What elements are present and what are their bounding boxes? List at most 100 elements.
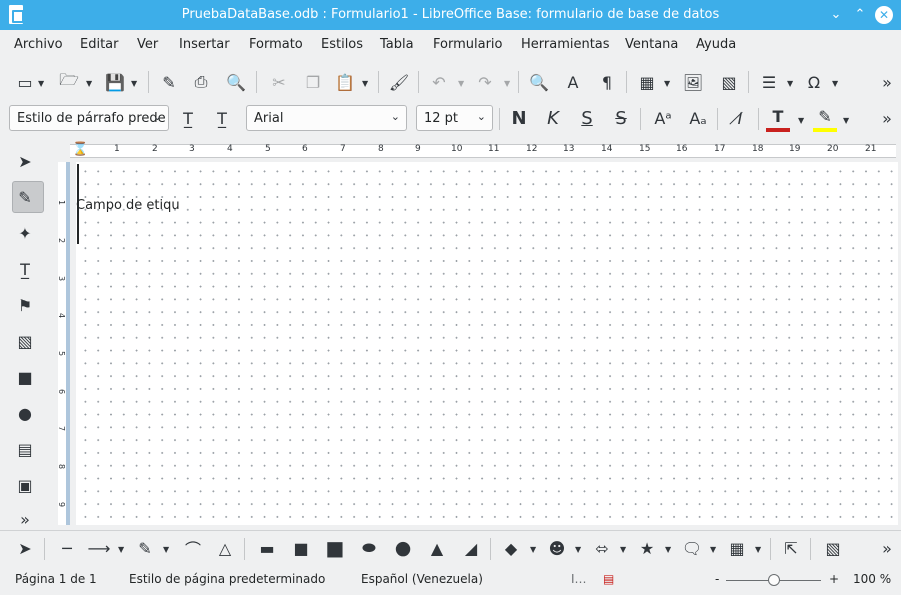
lines-dropdown-chevron-icon[interactable]: ▼ <box>118 545 124 554</box>
polygon-icon[interactable]: △ <box>214 537 236 559</box>
open-folder-icon[interactable]: 🗁 <box>58 70 80 93</box>
formatting-marks-icon[interactable]: ¶ <box>596 71 618 93</box>
new-dropdown-chevron-icon[interactable]: ▼ <box>38 79 44 88</box>
menu-archivo[interactable]: Archivo <box>14 37 63 52</box>
right-triangle-icon[interactable]: ◢ <box>460 537 482 559</box>
menu-ver[interactable]: Ver <box>137 37 158 52</box>
strikethrough-button[interactable]: S <box>610 107 632 129</box>
symbol-shapes-smiley-icon[interactable]: ☻ <box>546 537 568 559</box>
highlight-dropdown-chevron-icon[interactable]: ▼ <box>843 116 849 125</box>
open-dropdown-chevron-icon[interactable]: ▼ <box>86 79 92 88</box>
new-style-icon[interactable]: T̲ <box>211 107 233 129</box>
more-controls-chevron-icon[interactable]: » <box>14 508 36 530</box>
undo-icon[interactable]: ↶ <box>428 71 450 93</box>
menu-ayuda[interactable]: Ayuda <box>696 37 736 52</box>
basic-shapes-diamond-icon[interactable]: ◆ <box>500 537 522 559</box>
menu-estilos[interactable]: Estilos <box>321 37 363 52</box>
special-character-dropdown-chevron-icon[interactable]: ▼ <box>832 79 838 88</box>
undo-dropdown-chevron-icon[interactable]: ▼ <box>458 79 464 88</box>
insert-field-icon[interactable]: ☰ <box>758 71 780 93</box>
zoom-in-button[interactable]: + <box>829 572 839 586</box>
spelling-icon[interactable]: A <box>562 71 584 93</box>
zoom-slider-thumb[interactable] <box>768 574 780 586</box>
language[interactable]: Español (Venezuela) <box>361 572 483 586</box>
stars-dropdown-chevron-icon[interactable]: ▼ <box>665 545 671 554</box>
menu-ventana[interactable]: Ventana <box>625 37 678 52</box>
rectangle-rounded-icon[interactable]: ■ <box>290 537 312 559</box>
flowchart-dropdown-chevron-icon[interactable]: ▼ <box>755 545 761 554</box>
italic-button[interactable]: K <box>542 107 564 129</box>
special-character-omega-icon[interactable]: Ω <box>803 71 825 93</box>
print-icon[interactable]: ⎙ <box>190 71 212 93</box>
update-style-icon[interactable]: T̲ <box>177 107 199 129</box>
ellipse-icon[interactable]: ⬬ <box>358 537 380 559</box>
check-box-icon[interactable]: ■ <box>14 366 36 388</box>
rectangle-icon[interactable]: ▬ <box>256 537 278 559</box>
label-field-control[interactable]: Campo de etique <box>76 198 180 216</box>
callouts-dropdown-chevron-icon[interactable]: ▼ <box>710 545 716 554</box>
bold-button[interactable]: N <box>508 107 530 129</box>
highlight-color-icon[interactable]: ✎ <box>814 105 836 127</box>
save-dropdown-chevron-icon[interactable]: ▼ <box>131 79 137 88</box>
copy-icon[interactable]: ❐ <box>302 71 324 93</box>
stars-icon[interactable]: ★ <box>636 537 658 559</box>
toolbar-overflow-chevron-icon[interactable]: » <box>876 107 898 129</box>
font-color-dropdown-chevron-icon[interactable]: ▼ <box>798 116 804 125</box>
menu-insertar[interactable]: Insertar <box>179 37 230 52</box>
subscript-icon[interactable]: Aₐ <box>687 107 709 129</box>
symbol-shapes-dropdown-chevron-icon[interactable]: ▼ <box>575 545 581 554</box>
flowchart-icon[interactable]: ▦ <box>726 537 748 559</box>
save-icon[interactable]: 💾 <box>104 71 126 93</box>
label-field-icon[interactable]: T̲ <box>14 258 36 280</box>
insert-table-icon[interactable]: ▦ <box>636 71 658 93</box>
new-document-icon[interactable]: ▭ <box>14 71 36 93</box>
paste-dropdown-chevron-icon[interactable]: ▼ <box>362 79 368 88</box>
close-icon[interactable]: ✕ <box>875 6 893 24</box>
points-icon[interactable]: ⇱ <box>780 537 802 559</box>
text-box-control-icon[interactable]: ▧ <box>14 330 36 352</box>
clone-formatting-brush-icon[interactable]: 🖌 <box>388 71 410 93</box>
menu-herramientas[interactable]: Herramientas <box>521 37 610 52</box>
superscript-icon[interactable]: Aᵃ <box>652 107 674 129</box>
find-replace-icon[interactable]: 🔍 <box>528 71 550 93</box>
line-icon[interactable]: ─ <box>56 537 78 559</box>
design-mode-pencil-icon[interactable]: ✎ <box>14 186 36 208</box>
cut-icon[interactable]: ✂ <box>268 71 290 93</box>
basic-shapes-dropdown-chevron-icon[interactable]: ▼ <box>530 545 536 554</box>
triangle-icon[interactable]: ▲ <box>426 537 448 559</box>
page-style[interactable]: Estilo de página predeterminado <box>129 572 325 586</box>
underline-button[interactable]: S <box>576 107 598 129</box>
selection-mode-icon[interactable]: I… <box>571 572 587 586</box>
curve-icon[interactable]: ⌒ <box>182 537 204 559</box>
document-modified-icon[interactable]: ▤ <box>603 572 614 586</box>
font-name-combo[interactable]: Arial ⌄ <box>246 105 407 131</box>
circle-icon[interactable]: ● <box>392 537 414 559</box>
select-pointer-icon[interactable]: ➤ <box>14 150 36 172</box>
block-arrows-dropdown-chevron-icon[interactable]: ▼ <box>620 545 626 554</box>
insert-text-box-icon[interactable]: ▧ <box>822 537 844 559</box>
menu-editar[interactable]: Editar <box>80 37 119 52</box>
redo-dropdown-chevron-icon[interactable]: ▼ <box>504 79 510 88</box>
table-dropdown-chevron-icon[interactable]: ▼ <box>664 79 670 88</box>
list-box-icon[interactable]: ▤ <box>14 438 36 460</box>
clear-formatting-icon[interactable]: I̸ <box>729 107 751 129</box>
callouts-icon[interactable]: 🗨 <box>681 537 703 559</box>
indent-marker-icon[interactable]: ⌛ <box>72 142 88 157</box>
square-icon[interactable]: ■ <box>324 536 346 560</box>
page-count[interactable]: Página 1 de 1 <box>15 572 97 586</box>
edit-mode-icon[interactable]: ✎ <box>158 71 180 93</box>
menu-formato[interactable]: Formato <box>249 37 303 52</box>
maximize-chevron-icon[interactable]: ⌃ <box>850 5 870 25</box>
paste-icon[interactable]: 📋 <box>334 71 356 93</box>
document-canvas[interactable] <box>76 162 898 525</box>
horizontal-ruler[interactable]: ⌛ 1 2 3 4 5 6 7 8 9 10 11 12 13 14 15 16… <box>70 141 898 162</box>
menu-tabla[interactable]: Tabla <box>380 37 414 52</box>
minimize-chevron-icon[interactable]: ⌄ <box>826 5 846 25</box>
arrow-line-icon[interactable]: ⟶ <box>88 537 111 559</box>
freeform-dropdown-chevron-icon[interactable]: ▼ <box>163 545 169 554</box>
insert-text-box-icon[interactable]: ▧ <box>718 71 740 93</box>
block-arrows-icon[interactable]: ⬄ <box>591 537 613 559</box>
form-navigator-icon[interactable]: ▣ <box>14 474 36 496</box>
font-color-icon[interactable]: T <box>767 105 789 127</box>
tag-icon[interactable]: ⚑ <box>14 294 36 316</box>
